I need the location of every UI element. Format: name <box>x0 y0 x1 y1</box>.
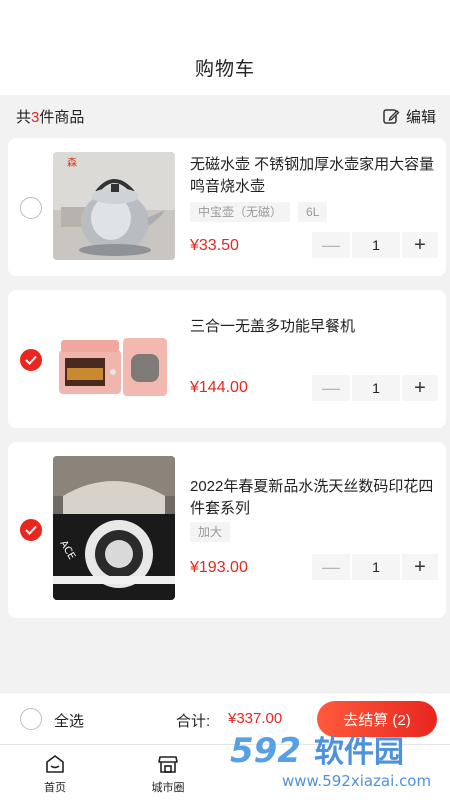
item-tag: 加大 <box>190 522 231 542</box>
select-all-checkbox[interactable] <box>20 708 42 730</box>
home-icon <box>44 753 66 779</box>
item-tag: 6L <box>298 202 328 222</box>
item-count-suffix: 件商品 <box>39 108 85 126</box>
cart-item: 森 无磁水壶 不锈钢加厚水壶家用大容量鸣音烧水壶 中宝壶（无磁） 6L ¥33.… <box>8 138 446 276</box>
edit-label: 编辑 <box>405 108 436 126</box>
quantity-value[interactable]: 1 <box>352 554 400 580</box>
item-price: ¥33.50 <box>190 237 239 254</box>
decrease-button[interactable]: — <box>312 232 350 258</box>
breakfast-machine-image <box>53 310 175 410</box>
item-tag: 中宝壶（无磁） <box>190 202 291 222</box>
tab-bar: 首页 城市圈 <box>0 744 450 800</box>
cart-summary: 共3件商品 编辑 <box>0 95 450 137</box>
checkout-button[interactable]: 去结算 (2) <box>317 701 437 737</box>
bedding-set-image: ACE <box>53 456 175 600</box>
total-label: 合计: <box>176 713 211 730</box>
kettle-image: 森 <box>53 152 175 260</box>
quantity-stepper: — 1 + <box>312 554 438 580</box>
tab-label: 城市圈 <box>151 782 185 794</box>
tab-city-circle[interactable]: 城市圈 <box>133 753 203 795</box>
item-count-text: 共3件商品 <box>16 106 84 127</box>
cart-item: 三合一无盖多功能早餐机 ¥144.00 — 1 + <box>8 290 446 428</box>
item-name[interactable]: 2022年春夏新品水洗天丝数码印花四件套系列 <box>190 476 436 520</box>
edit-icon <box>382 107 400 125</box>
cart-item: ACE 2022年春夏新品水洗天丝数码印花四件套系列 加大 ¥193.00 — … <box>8 442 446 618</box>
item-checkbox-checked[interactable] <box>20 519 42 541</box>
edit-button[interactable]: 编辑 <box>382 106 436 127</box>
increase-button[interactable]: + <box>402 554 438 580</box>
page-title: 购物车 <box>194 59 255 80</box>
increase-button[interactable]: + <box>402 375 438 401</box>
quantity-stepper: — 1 + <box>312 375 438 401</box>
item-checkbox[interactable] <box>20 197 42 219</box>
increase-button[interactable]: + <box>402 232 438 258</box>
decrease-button[interactable]: — <box>312 375 350 401</box>
svg-text:森: 森 <box>67 156 77 169</box>
item-price: ¥144.00 <box>190 379 248 396</box>
tab-label: 首页 <box>44 782 66 794</box>
quantity-stepper: — 1 + <box>312 232 438 258</box>
select-all-label[interactable]: 全选 <box>54 710 84 731</box>
item-count-prefix: 共 <box>16 108 32 126</box>
store-icon <box>157 753 179 779</box>
header: 购物车 <box>0 0 450 95</box>
item-checkbox-checked[interactable] <box>20 349 42 371</box>
checkout-bar: 全选 合计: ¥337.00 去结算 (2) <box>0 692 450 744</box>
quantity-value[interactable]: 1 <box>352 375 400 401</box>
item-name[interactable]: 无磁水壶 不锈钢加厚水壶家用大容量鸣音烧水壶 <box>190 154 436 198</box>
item-name[interactable]: 三合一无盖多功能早餐机 <box>190 316 436 338</box>
checkmark-icon <box>25 355 37 365</box>
item-price: ¥193.00 <box>190 559 248 576</box>
tab-home[interactable]: 首页 <box>20 753 90 795</box>
quantity-value[interactable]: 1 <box>352 232 400 258</box>
checkmark-icon <box>25 525 37 535</box>
total-value: ¥337.00 <box>228 710 283 727</box>
decrease-button[interactable]: — <box>312 554 350 580</box>
